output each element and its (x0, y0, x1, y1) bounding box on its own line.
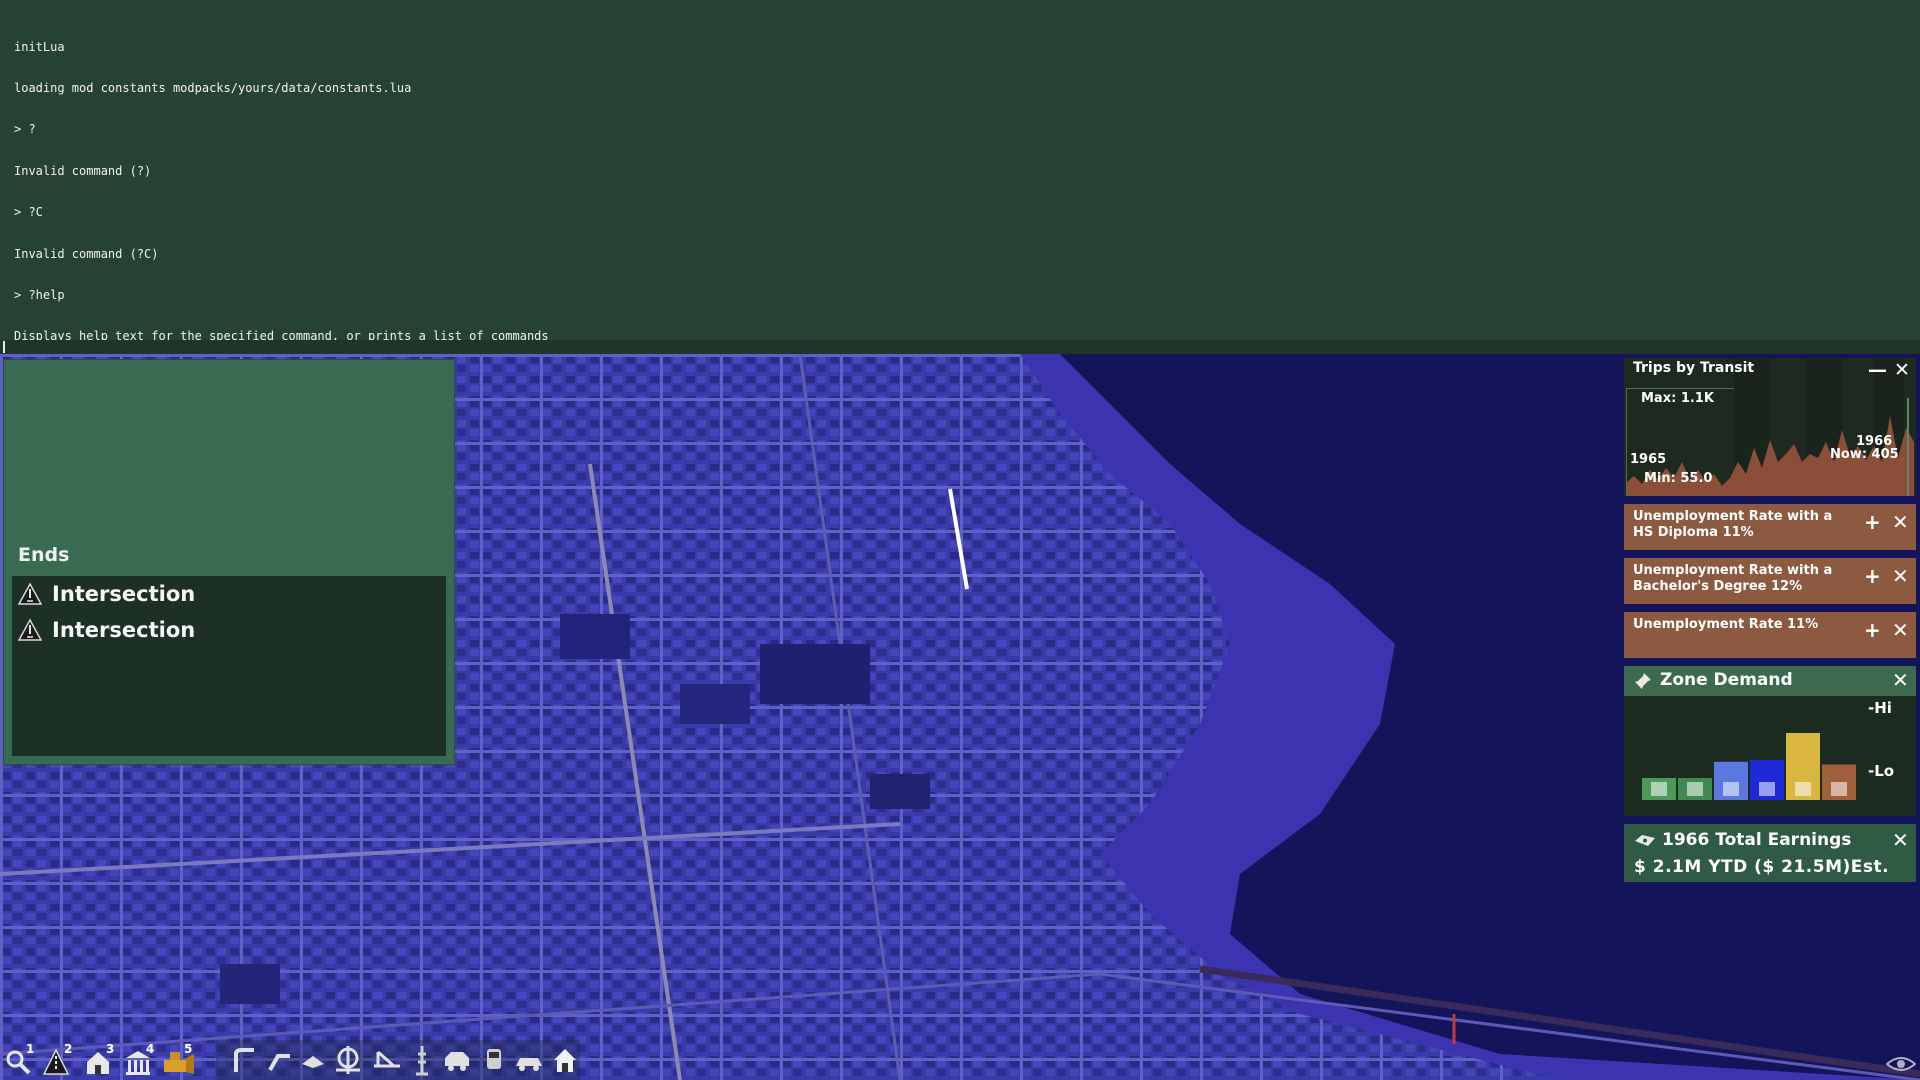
hotkey-number: 4 (146, 1042, 155, 1056)
stat-text: Unemployment Rate with a HS Diploma 11% (1633, 509, 1833, 540)
demand-hi-label: -Hi (1868, 699, 1892, 717)
chart-start-year: 1965 (1630, 452, 1667, 467)
hotkey-number: 5 (184, 1042, 193, 1056)
close-button[interactable]: ✕ (1892, 510, 1909, 534)
avenue-icon[interactable] (266, 1046, 292, 1074)
widget-title: Trips by Transit (1633, 360, 1755, 376)
minimize-icon[interactable]: — (1868, 359, 1887, 381)
ends-heading: Ends (18, 544, 70, 566)
boulevard-icon[interactable] (300, 1048, 326, 1076)
pin-icon[interactable] (1634, 672, 1652, 690)
expand-button[interactable]: + (1864, 618, 1881, 642)
bridge-icon[interactable] (372, 1044, 402, 1074)
stat-widget-bachelor-unemployment[interactable]: Unemployment Rate with a Bachelor's Degr… (1624, 558, 1916, 604)
chart-max-label: Max: 1.1K (1641, 391, 1714, 406)
stat-text: Unemployment Rate with a Bachelor's Degr… (1633, 563, 1833, 594)
list-item[interactable]: Intersection (12, 576, 446, 612)
transit-icon[interactable] (484, 1046, 504, 1074)
home-icon[interactable] (552, 1046, 578, 1074)
zone-demand-header: Zone Demand ✕ (1624, 666, 1916, 696)
total-earnings-widget[interactable]: 1966 Total Earnings ✕ $ 2.1M YTD ($ 21.5… (1624, 824, 1916, 882)
demand-lo-label: -Lo (1868, 762, 1895, 780)
zone-demand-widget[interactable]: Zone Demand ✕ -Hi -Lo (1624, 666, 1916, 816)
earnings-value: $ 2.1M YTD ($ 21.5M)Est. (1634, 857, 1890, 877)
commercial-zone-icon (1723, 782, 1739, 796)
industrial-zone-icon (1831, 782, 1847, 796)
money-icon (1635, 835, 1655, 846)
widget-title: 1966 Total Earnings (1662, 830, 1852, 850)
bottom-toolbar: 1 2 3 4 5 (0, 1038, 580, 1080)
tool-buildings[interactable]: 4 (124, 1042, 158, 1078)
close-icon[interactable]: ✕ (1894, 359, 1910, 381)
commercial-dense-zone-icon (1759, 782, 1775, 796)
street-icon[interactable] (232, 1046, 258, 1074)
stat-widget-hs-unemployment[interactable]: Unemployment Rate with a HS Diploma 11% … (1624, 504, 1916, 550)
tower-icon[interactable] (412, 1044, 432, 1076)
vehicle-icon[interactable] (442, 1048, 472, 1074)
close-button[interactable]: ✕ (1892, 564, 1909, 588)
chart-now-label: Now: 405 (1830, 447, 1899, 462)
car-icon[interactable] (514, 1050, 544, 1074)
eye-icon[interactable] (1886, 1054, 1916, 1074)
residential-zone-icon (1651, 782, 1667, 796)
road-info-panel: Ends Intersection Intersection (4, 360, 454, 764)
list-item-label: Intersection (52, 582, 196, 606)
text-caret (3, 341, 5, 353)
mixed-use-zone-icon (1795, 782, 1811, 796)
close-button[interactable]: ✕ (1892, 618, 1909, 642)
tool-roads[interactable]: 2 (42, 1042, 76, 1078)
interchange-icon[interactable] (332, 1044, 364, 1076)
warning-triangle-icon (18, 582, 42, 605)
tool-zones[interactable]: 3 (84, 1042, 118, 1078)
residential-dense-zone-icon (1687, 782, 1703, 796)
tool-query[interactable]: 1 (4, 1042, 38, 1078)
console-line: > ? (14, 122, 36, 137)
chart-min-label: Min: 55.0 (1644, 471, 1713, 486)
expand-button[interactable]: + (1864, 510, 1881, 534)
console-input[interactable] (0, 340, 1920, 354)
warning-triangle-icon (18, 618, 42, 641)
hotkey-number: 2 (64, 1042, 73, 1056)
console-line: Invalid command (?) (14, 163, 152, 178)
debug-console: initLua loading mod constants modpacks/y… (0, 0, 1920, 509)
widget-title: Zone Demand (1660, 670, 1793, 690)
console-line: initLua (14, 39, 65, 54)
console-line: loading mod constants modpacks/yours/dat… (14, 80, 412, 95)
zone-demand-bars (1642, 733, 1856, 800)
stat-widget-unemployment[interactable]: Unemployment Rate 11% + ✕ (1624, 612, 1916, 658)
tool-bulldoze[interactable]: 5 (162, 1042, 196, 1078)
list-item-label: Intersection (52, 618, 196, 642)
close-icon[interactable]: ✕ (1892, 668, 1909, 692)
console-line: Invalid command (?C) (14, 246, 159, 261)
list-item[interactable]: Intersection (12, 612, 446, 648)
close-icon[interactable]: ✕ (1892, 828, 1909, 852)
expand-button[interactable]: + (1864, 564, 1881, 588)
console-line: > ?C (14, 205, 43, 220)
hotkey-number: 3 (106, 1042, 115, 1056)
ends-list: Intersection Intersection (12, 576, 446, 756)
hotkey-number: 1 (26, 1042, 35, 1056)
stat-text: Unemployment Rate 11% (1633, 617, 1819, 632)
trips-by-transit-widget[interactable]: Trips by Transit — ✕ Max: 1.1K 1966 Now:… (1624, 358, 1916, 496)
console-line: > ?help (14, 287, 65, 302)
